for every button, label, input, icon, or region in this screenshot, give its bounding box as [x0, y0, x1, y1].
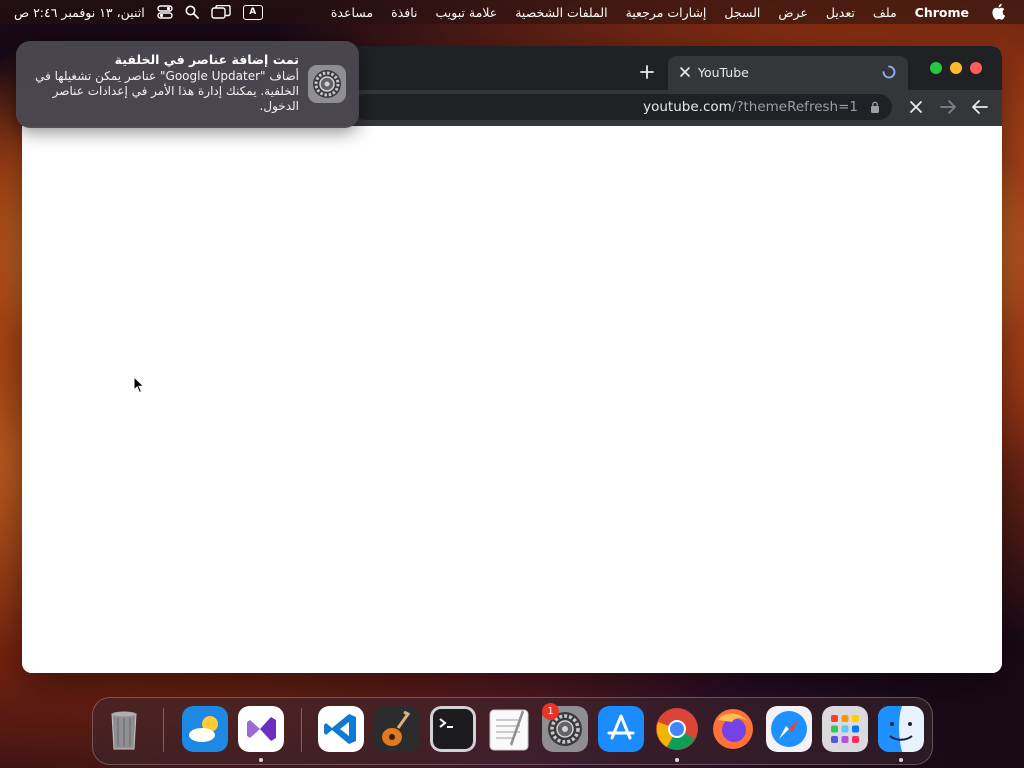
- vscode-icon[interactable]: [318, 706, 364, 752]
- menu-profiles[interactable]: الملفات الشخصية: [506, 5, 616, 20]
- menu-edit[interactable]: تعديل: [817, 5, 864, 20]
- system-settings-icon: [308, 65, 346, 103]
- chrome-window: YouTube youtube.com/?themeRefresh=1: [22, 46, 1002, 673]
- lock-icon[interactable]: [870, 101, 880, 113]
- tab-youtube[interactable]: YouTube: [668, 56, 908, 90]
- url-text[interactable]: youtube.com/?themeRefresh=1: [643, 99, 858, 115]
- back-arrow-icon[interactable]: [938, 97, 958, 117]
- minimize-window-button[interactable]: [950, 62, 962, 74]
- terminal-icon[interactable]: [430, 706, 476, 752]
- trash-icon[interactable]: [101, 706, 147, 752]
- menu-help[interactable]: مساعدة: [322, 5, 382, 20]
- launchpad-icon[interactable]: [822, 706, 868, 752]
- garageband-icon[interactable]: [374, 706, 420, 752]
- notification-title: تمت إضافة عناصر في الخلفية: [114, 52, 299, 67]
- status-area: اثنين، ١٣ نوفمبر ٢:٤٦ ص A: [14, 0, 263, 24]
- menu-view[interactable]: عرض: [769, 5, 816, 20]
- menu-app-name[interactable]: Chrome: [906, 5, 978, 20]
- url-path: /?themeRefresh=1: [731, 99, 858, 115]
- running-indicator: [675, 758, 679, 762]
- menu-bookmarks[interactable]: إشارات مرجعية: [617, 5, 716, 20]
- menu-file[interactable]: ملف: [864, 5, 906, 20]
- mouse-pointer-icon: [133, 376, 145, 394]
- dock: 1: [92, 697, 933, 765]
- menu-window[interactable]: نافذة: [382, 5, 426, 20]
- stop-loading-icon[interactable]: [906, 97, 926, 117]
- search-icon[interactable]: [185, 5, 199, 19]
- menu-list: Chrome ملف تعديل عرض السجل إشارات مرجعية…: [322, 0, 978, 24]
- textedit-icon[interactable]: [486, 706, 532, 752]
- running-indicator: [899, 758, 903, 762]
- apple-icon[interactable]: [990, 3, 1006, 20]
- window-controls: [930, 62, 982, 74]
- loading-spinner-icon: [882, 65, 896, 79]
- control-center-icon[interactable]: [156, 5, 173, 19]
- keyboard-input-icon[interactable]: A: [242, 4, 263, 20]
- tab-title: YouTube: [698, 65, 749, 80]
- weather-icon[interactable]: [182, 706, 228, 752]
- background-items-notification[interactable]: تمت إضافة عناصر في الخلفية أضاف "Google …: [16, 41, 359, 128]
- forward-arrow-icon[interactable]: [970, 97, 990, 117]
- address-bar[interactable]: youtube.com/?themeRefresh=1: [352, 94, 892, 120]
- new-tab-button[interactable]: [637, 62, 657, 82]
- maximize-window-button[interactable]: [930, 62, 942, 74]
- safari-icon[interactable]: [766, 706, 812, 752]
- close-window-button[interactable]: [970, 62, 982, 74]
- notification-body: أضاف "Google Updater" عناصر يمكن تشغيلها…: [35, 69, 299, 113]
- running-indicator: [259, 758, 263, 762]
- notification-badge: 1: [542, 703, 559, 720]
- dock-separator: [301, 708, 302, 752]
- firefox-icon[interactable]: [710, 706, 756, 752]
- app-store-icon[interactable]: [598, 706, 644, 752]
- visual-studio-icon[interactable]: [238, 706, 284, 752]
- close-icon[interactable]: [678, 65, 692, 79]
- screen-mirroring-icon[interactable]: [210, 5, 231, 19]
- menubar-clock[interactable]: اثنين، ١٣ نوفمبر ٢:٤٦ ص: [14, 5, 145, 20]
- page-content[interactable]: [22, 126, 1002, 673]
- plus-icon: [640, 65, 654, 79]
- menu-bar: Chrome ملف تعديل عرض السجل إشارات مرجعية…: [0, 0, 1024, 24]
- dock-separator: [163, 708, 164, 752]
- finder-icon[interactable]: [878, 706, 924, 752]
- menu-tab[interactable]: علامة تبويب: [426, 5, 506, 20]
- menu-history[interactable]: السجل: [715, 5, 769, 20]
- chrome-icon[interactable]: [654, 706, 700, 752]
- url-host: youtube.com: [643, 99, 732, 115]
